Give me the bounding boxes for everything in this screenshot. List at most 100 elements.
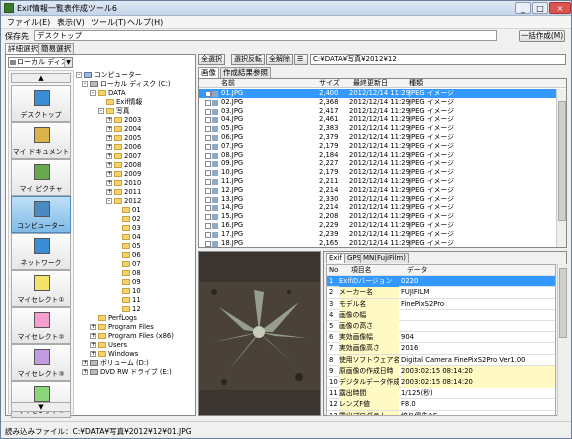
file-checkbox[interactable] [205, 205, 211, 212]
file-checkbox[interactable] [205, 179, 211, 185]
tree-node[interactable]: 02 [122, 215, 141, 223]
drive-select[interactable]: ローカル ディスク (C:) ▼ [8, 57, 73, 68]
exif-row[interactable]: 10デジタルデータ作成日時2003:02:15 08:14:20 [327, 377, 555, 389]
file-row[interactable]: 13.JPG 2,330 2012/12/14 11:29 JPEG イメージ [199, 195, 566, 204]
col-type[interactable]: 種類 [409, 79, 423, 88]
exif-row[interactable]: 6 実効画像幅 904 [327, 332, 555, 344]
collapse-icon[interactable]: - [90, 90, 96, 96]
tree-node[interactable]: 09 [122, 278, 141, 286]
expand-icon[interactable]: + [106, 126, 112, 132]
invert-selection-button[interactable]: 選択反転 [231, 54, 265, 65]
file-row[interactable]: 09.JPG 2,227 2012/12/14 11:29 JPEG イメージ [199, 159, 566, 168]
file-row[interactable]: 08.JPG 2,184 2012/12/14 11:29 JPEG イメージ [199, 151, 566, 160]
place-3[interactable]: コンピューター [11, 196, 71, 233]
file-checkbox[interactable] [205, 170, 211, 177]
tree-node[interactable]: 12 [122, 305, 141, 313]
exif-row[interactable]: 4 画像の幅 [327, 309, 555, 321]
tree-node[interactable]: - ローカル ディスク (C:) [82, 80, 171, 88]
col-size[interactable]: サイズ [319, 79, 340, 88]
exif-row[interactable]: 13 露出プログラム 絞り優先AE [327, 410, 555, 415]
exif-row[interactable]: 2 メーカー名 FUJIFILM [327, 287, 555, 299]
exif-row[interactable]: 12 レンズF値 F8.0 [327, 399, 555, 411]
file-checkbox[interactable] [205, 161, 211, 168]
scrollbar-thumb[interactable] [559, 268, 567, 338]
file-checkbox[interactable] [205, 91, 211, 97]
expand-icon[interactable]: + [90, 351, 96, 357]
maximize-button[interactable]: □ [532, 2, 548, 14]
file-row[interactable]: 17.JPG 2,239 2012/12/14 11:29 JPEG イメージ [199, 230, 566, 239]
exif-scrollbar[interactable] [557, 264, 567, 416]
collapse-icon[interactable]: - [98, 108, 104, 114]
tree-node[interactable]: 10 [122, 287, 141, 295]
expand-icon[interactable]: + [90, 342, 96, 348]
file-checkbox[interactable] [205, 126, 211, 133]
place-1[interactable]: マイ ドキュメント [11, 122, 71, 159]
tree-node[interactable]: Exif情報 [106, 98, 142, 106]
tree-node[interactable]: +2005 [106, 134, 141, 142]
place-4[interactable]: ネットワーク [11, 233, 71, 270]
expand-icon[interactable]: + [82, 369, 88, 375]
expand-icon[interactable]: + [106, 135, 112, 141]
expand-icon[interactable]: + [106, 171, 112, 177]
tab-exif[interactable]: Exif [326, 253, 345, 263]
place-6[interactable]: マイセレクト② [11, 307, 71, 344]
file-checkbox[interactable] [205, 214, 211, 221]
tab-simple-select[interactable]: 簡易選択 [38, 43, 74, 54]
tree-node[interactable]: +2004 [106, 125, 141, 133]
menu-help[interactable]: ヘルプ(H) [127, 17, 163, 28]
tree-node[interactable]: PerfLogs [98, 314, 137, 322]
view-list-button[interactable]: ☰ [294, 54, 308, 65]
expand-icon[interactable]: + [106, 162, 112, 168]
places-scroll-up-button[interactable]: ▲ [11, 73, 71, 83]
file-checkbox[interactable] [205, 223, 211, 229]
select-all-button[interactable]: 全選択 [198, 54, 225, 65]
menu-file[interactable]: ファイル(E) [7, 17, 50, 28]
minimize-button[interactable]: _ [515, 2, 531, 14]
file-row[interactable]: 14.JPG 2,214 2012/12/14 11:29 JPEG イメージ [199, 203, 566, 212]
scrollbar-thumb[interactable] [558, 101, 566, 221]
file-row[interactable]: 01.JPG 2,400 2012/12/14 11:29 JPEG イメージ [199, 89, 566, 98]
file-row[interactable]: 04.JPG 2,461 2012/12/14 11:29 JPEG イメージ [199, 115, 566, 124]
tree-node[interactable]: +2010 [106, 179, 141, 187]
tab-creation-results[interactable]: 作成結果参照 [220, 67, 271, 78]
expand-icon[interactable]: + [106, 117, 112, 123]
file-checkbox[interactable] [205, 143, 211, 150]
expand-icon[interactable]: + [90, 333, 96, 339]
file-list-scrollbar[interactable] [556, 89, 566, 247]
file-row[interactable]: 07.JPG 2,179 2012/12/14 11:29 JPEG イメージ [199, 142, 566, 151]
tree-node[interactable]: - コンピューター [76, 71, 142, 79]
file-checkbox[interactable] [205, 108, 211, 115]
batch-create-button[interactable]: 一括作成(M) [519, 30, 565, 42]
clear-selection-button[interactable]: 全解除 [266, 54, 293, 65]
tree-node[interactable]: + Program Files (x86) [90, 332, 174, 340]
exif-row[interactable]: 5 画像の高さ [327, 321, 555, 333]
tree-node[interactable]: 06 [122, 251, 141, 259]
place-0[interactable]: デスクトップ [11, 85, 71, 122]
tab-makernote[interactable]: MN(FujiFilm) [360, 253, 409, 263]
file-row[interactable]: 10.JPG 2,179 2012/12/14 11:29 JPEG イメージ [199, 168, 566, 177]
file-row[interactable]: 03.JPG 2,417 2012/12/14 11:29 JPEG イメージ [199, 107, 566, 116]
tree-node[interactable]: +2006 [106, 143, 141, 151]
tree-node[interactable]: 05 [122, 242, 141, 250]
file-checkbox[interactable] [205, 196, 211, 203]
exif-row[interactable]: 3 モデル名 FinePixS2Pro [327, 298, 555, 310]
tree-node[interactable]: + Windows [90, 350, 138, 358]
exif-row[interactable]: 1 Exifのバージョン 0220 [327, 276, 555, 288]
tree-node[interactable]: 04 [122, 233, 141, 241]
expand-icon[interactable]: + [106, 153, 112, 159]
expand-icon[interactable]: + [106, 144, 112, 150]
tab-detailed-select[interactable]: 詳細選択 [5, 43, 41, 54]
tree-node[interactable]: + Program Files [90, 323, 154, 331]
place-2[interactable]: マイ ピクチャ [11, 159, 71, 196]
menu-view[interactable]: 表示(V) [57, 17, 85, 28]
places-scroll-down-button[interactable]: ▼ [11, 402, 71, 412]
tree-node[interactable]: + Users [90, 341, 127, 349]
tree-node[interactable]: +2011 [106, 188, 141, 196]
file-row[interactable]: 16.JPG 2,229 2012/12/14 11:29 JPEG イメージ [199, 221, 566, 230]
expand-icon[interactable]: + [106, 180, 112, 186]
place-5[interactable]: マイセレクト① [11, 270, 71, 307]
file-row[interactable]: 11.JPG 2,211 2012/12/14 11:29 JPEG イメージ [199, 177, 566, 186]
close-button[interactable]: × [549, 2, 571, 14]
tab-images[interactable]: 画像 [198, 67, 219, 78]
tree-node[interactable]: 11 [122, 296, 141, 304]
